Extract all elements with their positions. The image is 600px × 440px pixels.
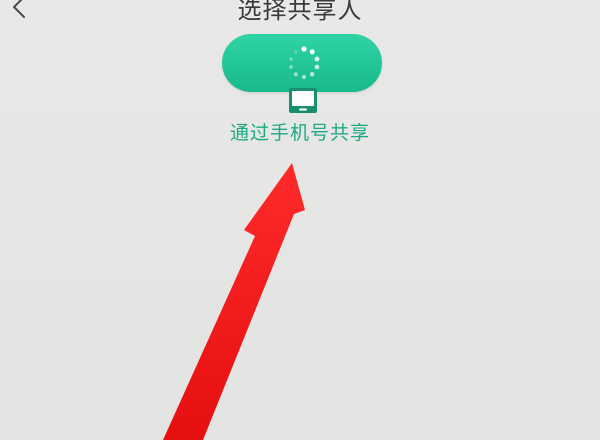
top-bar: 选择共享人 [0,0,600,34]
share-screen: 选择共享人 通过手机号共享 [0,0,600,440]
phone-icon [289,88,317,113]
share-by-phone-option[interactable]: 通过手机号共享 [208,34,392,154]
loading-spinner-icon [289,46,320,80]
share-by-phone-label[interactable]: 通过手机号共享 [208,118,392,145]
page-title: 选择共享人 [237,0,363,24]
share-by-phone-button[interactable] [222,34,382,92]
